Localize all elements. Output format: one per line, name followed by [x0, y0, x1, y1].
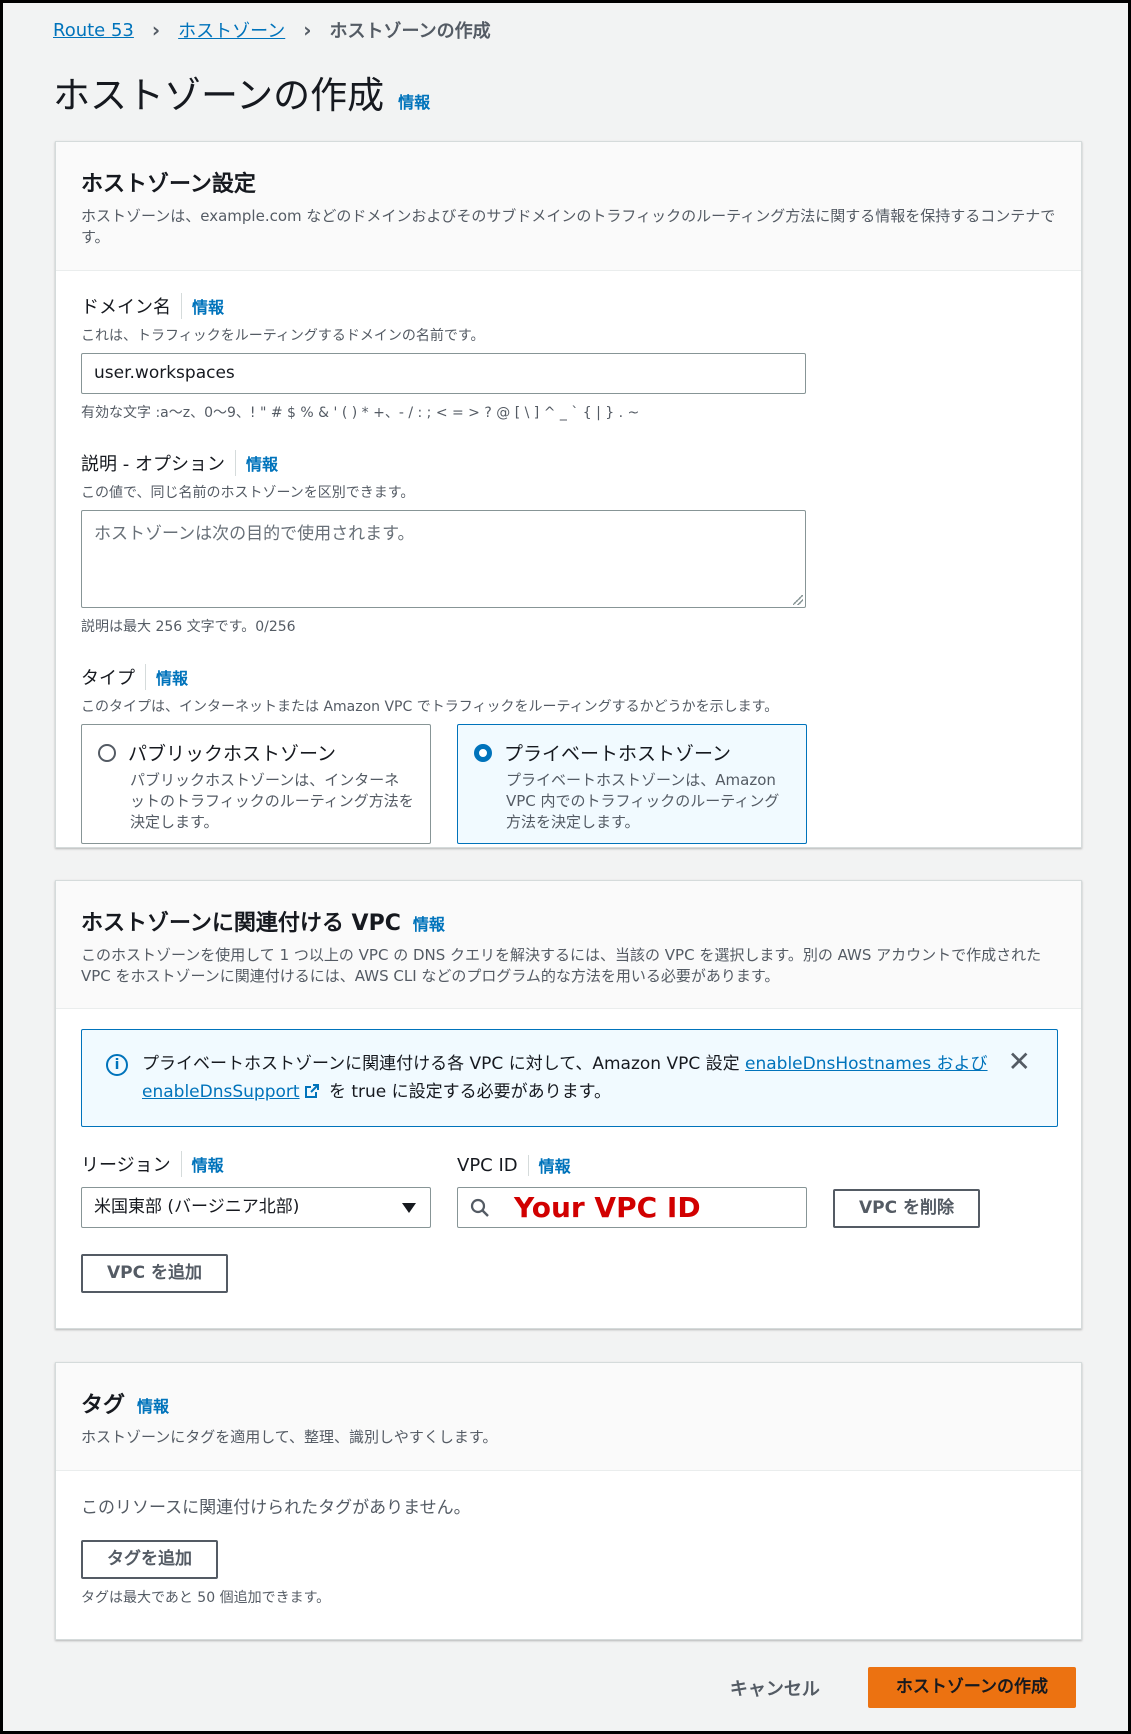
- chevron-right-icon: ›: [151, 18, 161, 42]
- caret-down-icon: [402, 1203, 416, 1213]
- tags-panel: タグ 情報 ホストゾーンにタグを適用して、整理、識別しやすくします。 このリソー…: [55, 1362, 1082, 1640]
- tile-head: プライベートホストゾーン: [474, 739, 790, 766]
- vpc-id-label-text: VPC ID: [457, 1154, 529, 1176]
- type-label-text: タイプ: [81, 664, 146, 690]
- domain-info-link[interactable]: 情報: [192, 294, 224, 318]
- type-label: タイプ 情報: [81, 664, 1056, 690]
- panel-header: タグ 情報 ホストゾーンにタグを適用して、整理、識別しやすくします。: [56, 1363, 1081, 1471]
- tile-private-hosted-zone[interactable]: プライベートホストゾーン プライベートホストゾーンは、Amazon VPC 内で…: [457, 724, 807, 844]
- panel-body: i プライベートホストゾーンに関連付ける各 VPC に対して、Amazon VP…: [56, 1009, 1081, 1318]
- type-tiles: パブリックホストゾーン パブリックホストゾーンは、インターネットのトラフィックの…: [81, 724, 1056, 844]
- tags-info-link[interactable]: 情報: [137, 1393, 169, 1417]
- domain-name-description: これは、トラフィックをルーティングするドメインの名前です。: [81, 328, 485, 344]
- hosted-zone-config-panel: ホストゾーン設定 ホストゾーンは、example.com などのドメインおよびそ…: [55, 141, 1082, 848]
- page-title-text: ホストゾーンの作成: [53, 74, 385, 117]
- vpc-panel-title: ホストゾーンに関連付ける VPC: [81, 911, 401, 936]
- add-vpc-button[interactable]: VPC を追加: [81, 1254, 229, 1293]
- page-frame: Route 53 › ホストゾーン › ホストゾーンの作成 ホストゾーンの作成 …: [0, 0, 1131, 1734]
- tile-public-hosted-zone[interactable]: パブリックホストゾーン パブリックホストゾーンは、インターネットのトラフィックの…: [81, 724, 431, 844]
- vpc-row: リージョン 情報 米国東部 (バージニア北部) VPC ID 情報 Your V…: [81, 1151, 1056, 1228]
- panel-header: ホストゾーン設定 ホストゾーンは、example.com などのドメインおよびそ…: [56, 142, 1081, 271]
- type-description: このタイプは、インターネットまたは Amazon VPC でトラフィックをルーテ…: [81, 699, 779, 715]
- radio-private[interactable]: [474, 743, 492, 762]
- domain-name-constraint: 有効な文字 :a〜z、0〜9、! " # $ % & ' ( ) * +、- /…: [81, 405, 640, 421]
- region-field: リージョン 情報 米国東部 (バージニア北部): [81, 1151, 431, 1228]
- panel-description: ホストゾーンにタグを適用して、整理、識別しやすくします。: [81, 1428, 498, 1446]
- panel-title: ホストゾーンに関連付ける VPC 情報: [81, 905, 1056, 937]
- vpc-id-search-input[interactable]: Your VPC ID: [457, 1187, 807, 1228]
- cancel-button[interactable]: キャンセル: [730, 1675, 820, 1701]
- domain-name-input[interactable]: user.workspaces: [81, 353, 806, 394]
- panel-body: このリソースに関連付けられたタグがありません。 タグを追加 タグは最大であと 5…: [56, 1471, 1081, 1632]
- region-info-link[interactable]: 情報: [192, 1152, 224, 1176]
- breadcrumb-current: ホストゾーンの作成: [329, 21, 491, 42]
- tile-private-title: プライベートホストゾーン: [504, 743, 732, 765]
- panel-body: ドメイン名 情報 これは、トラフィックをルーティングするドメインの名前です。 u…: [56, 271, 1081, 869]
- breadcrumb-route53[interactable]: Route 53: [53, 20, 134, 41]
- close-icon[interactable]: ✕: [1008, 1048, 1031, 1076]
- panel-description: このホストゾーンを使用して 1 つ以上の VPC の DNS クエリを解決するに…: [81, 946, 1042, 985]
- description-label-text: 説明 - オプション: [81, 450, 236, 476]
- vpc-id-label: VPC ID 情報: [457, 1153, 807, 1177]
- description-label: 説明 - オプション 情報: [81, 450, 1056, 476]
- tags-limit-text: タグは最大であと 50 個追加できます。: [81, 1590, 331, 1606]
- tile-public-title: パブリックホストゾーン: [128, 743, 337, 765]
- vpc-panel-info-link[interactable]: 情報: [413, 911, 445, 935]
- add-tag-button[interactable]: タグを追加: [81, 1540, 218, 1579]
- alert-text-before: プライベートホストゾーンに関連付ける各 VPC に対して、Amazon VPC …: [142, 1054, 746, 1074]
- resize-handle[interactable]: [793, 595, 803, 605]
- panel-title: タグ 情報: [81, 1387, 1056, 1419]
- domain-name-label-text: ドメイン名: [81, 293, 182, 319]
- remove-vpc-button[interactable]: VPC を削除: [833, 1189, 981, 1228]
- page-info-link[interactable]: 情報: [398, 89, 430, 113]
- region-select[interactable]: 米国東部 (バージニア北部): [81, 1187, 431, 1228]
- breadcrumb-hosted-zones[interactable]: ホストゾーン: [178, 17, 285, 43]
- vpc-id-info-link[interactable]: 情報: [539, 1153, 571, 1177]
- breadcrumb: Route 53 › ホストゾーン › ホストゾーンの作成: [53, 17, 491, 43]
- search-icon: [470, 1198, 489, 1217]
- footer-actions: キャンセル ホストゾーンの作成: [730, 1667, 1076, 1708]
- radio-public[interactable]: [98, 743, 116, 762]
- type-info-link[interactable]: 情報: [156, 665, 188, 689]
- info-circle-icon: i: [106, 1054, 128, 1076]
- alert-text-after: を true に設定する必要があります。: [323, 1082, 611, 1102]
- region-select-value: 米国東部 (バージニア北部): [94, 1197, 300, 1217]
- tile-public-description: パブリックホストゾーンは、インターネットのトラフィックのルーティング方法を決定し…: [130, 771, 414, 831]
- panel-description: ホストゾーンは、example.com などのドメインおよびそのサブドメインのト…: [81, 207, 1056, 246]
- remove-vpc-wrap: VPC を削除: [833, 1189, 981, 1228]
- tile-private-description: プライベートホストゾーンは、Amazon VPC 内でのトラフィックのルーティン…: [506, 771, 780, 831]
- domain-name-label: ドメイン名 情報: [81, 293, 1056, 319]
- panel-title: ホストゾーン設定: [81, 172, 256, 197]
- region-label: リージョン 情報: [81, 1151, 431, 1177]
- info-alert: i プライベートホストゾーンに関連付ける各 VPC に対して、Amazon VP…: [81, 1029, 1058, 1127]
- description-constraint: 説明は最大 256 文字です。0/256: [81, 619, 296, 635]
- tags-empty-text: このリソースに関連付けられたタグがありません。: [81, 1498, 471, 1518]
- page-title: ホストゾーンの作成 情報: [53, 65, 430, 119]
- panel-header: ホストゾーンに関連付ける VPC 情報 このホストゾーンを使用して 1 つ以上の…: [56, 881, 1081, 1009]
- description-info-link[interactable]: 情報: [246, 451, 278, 475]
- description-field-description: この値で、同じ名前のホストゾーンを区別できます。: [81, 485, 415, 501]
- chevron-right-icon: ›: [303, 18, 312, 42]
- description-textarea[interactable]: ホストゾーンは次の目的で使用されます。: [81, 510, 806, 608]
- vpc-panel: ホストゾーンに関連付ける VPC 情報 このホストゾーンを使用して 1 つ以上の…: [55, 880, 1082, 1329]
- tags-panel-title: タグ: [81, 1393, 126, 1418]
- external-link-icon: [304, 1084, 319, 1098]
- add-tag-wrap: タグを追加: [81, 1540, 1056, 1579]
- region-label-text: リージョン: [81, 1151, 182, 1177]
- vpc-id-field: VPC ID 情報 Your VPC ID: [457, 1153, 807, 1228]
- tile-head: パブリックホストゾーン: [98, 739, 414, 766]
- create-hosted-zone-button[interactable]: ホストゾーンの作成: [867, 1667, 1076, 1708]
- description-placeholder: ホストゾーンは次の目的で使用されます。: [94, 524, 415, 544]
- add-vpc-wrap: VPC を追加: [81, 1254, 1056, 1293]
- vpc-id-value: Your VPC ID: [514, 1191, 701, 1224]
